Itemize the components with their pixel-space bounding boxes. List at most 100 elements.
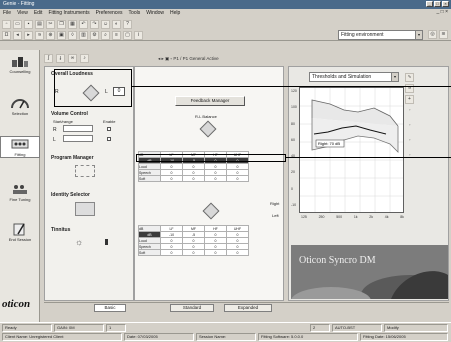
program-manager-icon[interactable]: [75, 165, 95, 177]
menu-fitting-instruments[interactable]: Fitting Instruments: [48, 9, 89, 17]
minimize-button[interactable]: _: [426, 1, 433, 7]
ear-icon[interactable]: ɘ: [35, 31, 44, 40]
marker-icon[interactable]: ◦: [409, 137, 410, 142]
headphones-icon[interactable]: Ω: [2, 31, 11, 40]
zoom-icon[interactable]: ⌕: [101, 31, 110, 40]
settings-icon[interactable]: ⚙: [90, 31, 99, 40]
table-cell[interactable]: 0: [226, 249, 249, 256]
table-cell[interactable]: 0: [182, 175, 205, 182]
copy-icon[interactable]: ❐: [57, 20, 66, 29]
tab-standard[interactable]: Standard: [170, 304, 214, 312]
right-panel: Thresholds and Simulation ▾ ∿ ɘ + Right:…: [288, 66, 449, 301]
table-cell[interactable]: 0: [204, 249, 227, 256]
graph-view-combo[interactable]: Thresholds and Simulation ▾: [309, 72, 399, 82]
graph-ytick: 20: [291, 170, 295, 175]
program-manager-title: Program Manager: [51, 155, 94, 161]
gain-table-bottom: dB LF MF HF UHF dB -10 -5 0 0 Loud 0 0 0…: [138, 225, 249, 256]
maximize-button[interactable]: □: [434, 1, 441, 7]
table-cell[interactable]: 0: [226, 175, 249, 182]
report-icon[interactable]: ▢: [123, 31, 132, 40]
graph-xtick: 1k: [353, 215, 358, 219]
redo-icon[interactable]: ↷: [90, 20, 99, 29]
tab-expanded[interactable]: Expanded: [224, 304, 272, 312]
volume-range-right[interactable]: [63, 125, 93, 132]
mute-icon[interactable]: ◊: [68, 31, 77, 40]
status-gain: GAIN: 0M: [54, 324, 104, 332]
volume-enable-right[interactable]: [107, 127, 111, 131]
detect-icon[interactable]: ⊕: [46, 31, 55, 40]
identity-selector-icon[interactable]: [75, 202, 95, 216]
forward-icon[interactable]: ▸: [24, 31, 33, 40]
gain-adjust-control[interactable]: [202, 202, 220, 220]
tinnitus-slider[interactable]: [105, 239, 108, 245]
menu-preferences[interactable]: Preferences: [96, 9, 123, 17]
link-icon[interactable]: ∞: [68, 54, 77, 63]
program-icon[interactable]: ▣: [57, 31, 66, 40]
panel-toolbar: ʃ ɟ ∞ ♪: [44, 54, 89, 63]
print-icon[interactable]: ▤: [35, 20, 44, 29]
menu-view[interactable]: View: [17, 9, 28, 17]
table-cell[interactable]: 0: [204, 175, 227, 182]
volume-range-left[interactable]: [63, 135, 93, 142]
left-ear-icon[interactable]: ʃ: [44, 54, 53, 63]
save-icon[interactable]: ▪: [24, 20, 33, 29]
sidebar-item-fitting[interactable]: Fitting: [0, 136, 40, 158]
status-1: 1: [106, 324, 126, 332]
help-icon[interactable]: ?: [123, 20, 132, 29]
callout-line-gain-row: [286, 157, 451, 158]
sidebar-item-counselling[interactable]: Counselling: [0, 54, 40, 74]
table-cell[interactable]: 0: [160, 175, 183, 182]
callout-line-loudness: [132, 86, 451, 87]
menu-help[interactable]: Help: [170, 9, 180, 17]
undo-icon[interactable]: ↶: [79, 20, 88, 29]
instrument-icon[interactable]: ◐: [112, 20, 121, 29]
tinnitus-icon[interactable]: ☼: [75, 237, 83, 247]
feedback-manager-button[interactable]: Feedback Manager: [175, 96, 245, 106]
right-ear-icon[interactable]: ɟ: [56, 54, 65, 63]
menu-window[interactable]: Window: [146, 9, 164, 17]
sidebar-item-selection[interactable]: Selection: [0, 96, 40, 116]
back-icon[interactable]: ◂: [13, 31, 22, 40]
volume-enable-left[interactable]: [107, 137, 111, 141]
marker-icon[interactable]: ◦: [409, 122, 410, 127]
table-cell[interactable]: 0: [182, 249, 205, 256]
product-banner: Oticon Syncro DM: [291, 245, 448, 299]
menu-file[interactable]: File: [3, 9, 11, 17]
mdi-controls[interactable]: _ □ ×: [437, 9, 449, 15]
sound-icon[interactable]: ♪: [80, 54, 89, 63]
status-mode: Modify: [384, 324, 448, 332]
menu-edit[interactable]: Edit: [34, 9, 43, 17]
sidebar-item-fine-tuning[interactable]: Fine Tuning: [0, 182, 40, 202]
volume-col-start: Start/range: [53, 119, 73, 124]
chevron-down-icon[interactable]: ▾: [415, 31, 422, 39]
connect-icon[interactable]: ◎: [428, 30, 437, 39]
client-icon[interactable]: ☺: [101, 20, 110, 29]
volume-col-enable: Enable: [103, 119, 116, 124]
graph-y-axis: 120 100 80 60 40 20 0 -10: [291, 89, 297, 207]
title-bar: Genie - Fitting _ □ ×: [0, 0, 451, 9]
cut-icon[interactable]: ✂: [46, 20, 55, 29]
open-icon[interactable]: ▭: [13, 20, 22, 29]
menu-tools[interactable]: Tools: [129, 9, 141, 17]
table-cell[interactable]: 0: [160, 249, 183, 256]
sidebar-item-end-session[interactable]: End Session: [0, 222, 40, 242]
graph-ytick: 0: [291, 186, 293, 191]
zoom-in-icon[interactable]: +: [405, 95, 414, 104]
environment-combo-value: Fitting environment: [341, 32, 384, 38]
graph-icon[interactable]: ▥: [79, 31, 88, 40]
graph-ytick: -10: [291, 202, 297, 207]
marker-icon[interactable]: ◦: [409, 107, 410, 112]
environment-combo[interactable]: Fitting environment ▾: [338, 30, 423, 40]
info-icon[interactable]: i: [134, 31, 143, 40]
graph-xtick: 4k: [384, 215, 389, 219]
chevron-down-icon[interactable]: ▾: [391, 73, 398, 81]
tab-basic[interactable]: Basic: [94, 304, 126, 312]
list-icon[interactable]: ≡: [112, 31, 121, 40]
options-icon[interactable]: ≋: [439, 30, 448, 39]
curve-icon[interactable]: ∿: [405, 73, 414, 82]
balance-control[interactable]: [199, 120, 217, 138]
toolbar: ▫ ▭ ▪ ▤ ✂ ❐ ▦ ↶ ↷ ☺ ◐ ? Ω ◂ ▸ ɘ ⊕ ▣ ◊ ▥ …: [0, 17, 451, 41]
close-button[interactable]: ×: [442, 1, 449, 7]
paste-icon[interactable]: ▦: [68, 20, 77, 29]
new-icon[interactable]: ▫: [2, 20, 11, 29]
